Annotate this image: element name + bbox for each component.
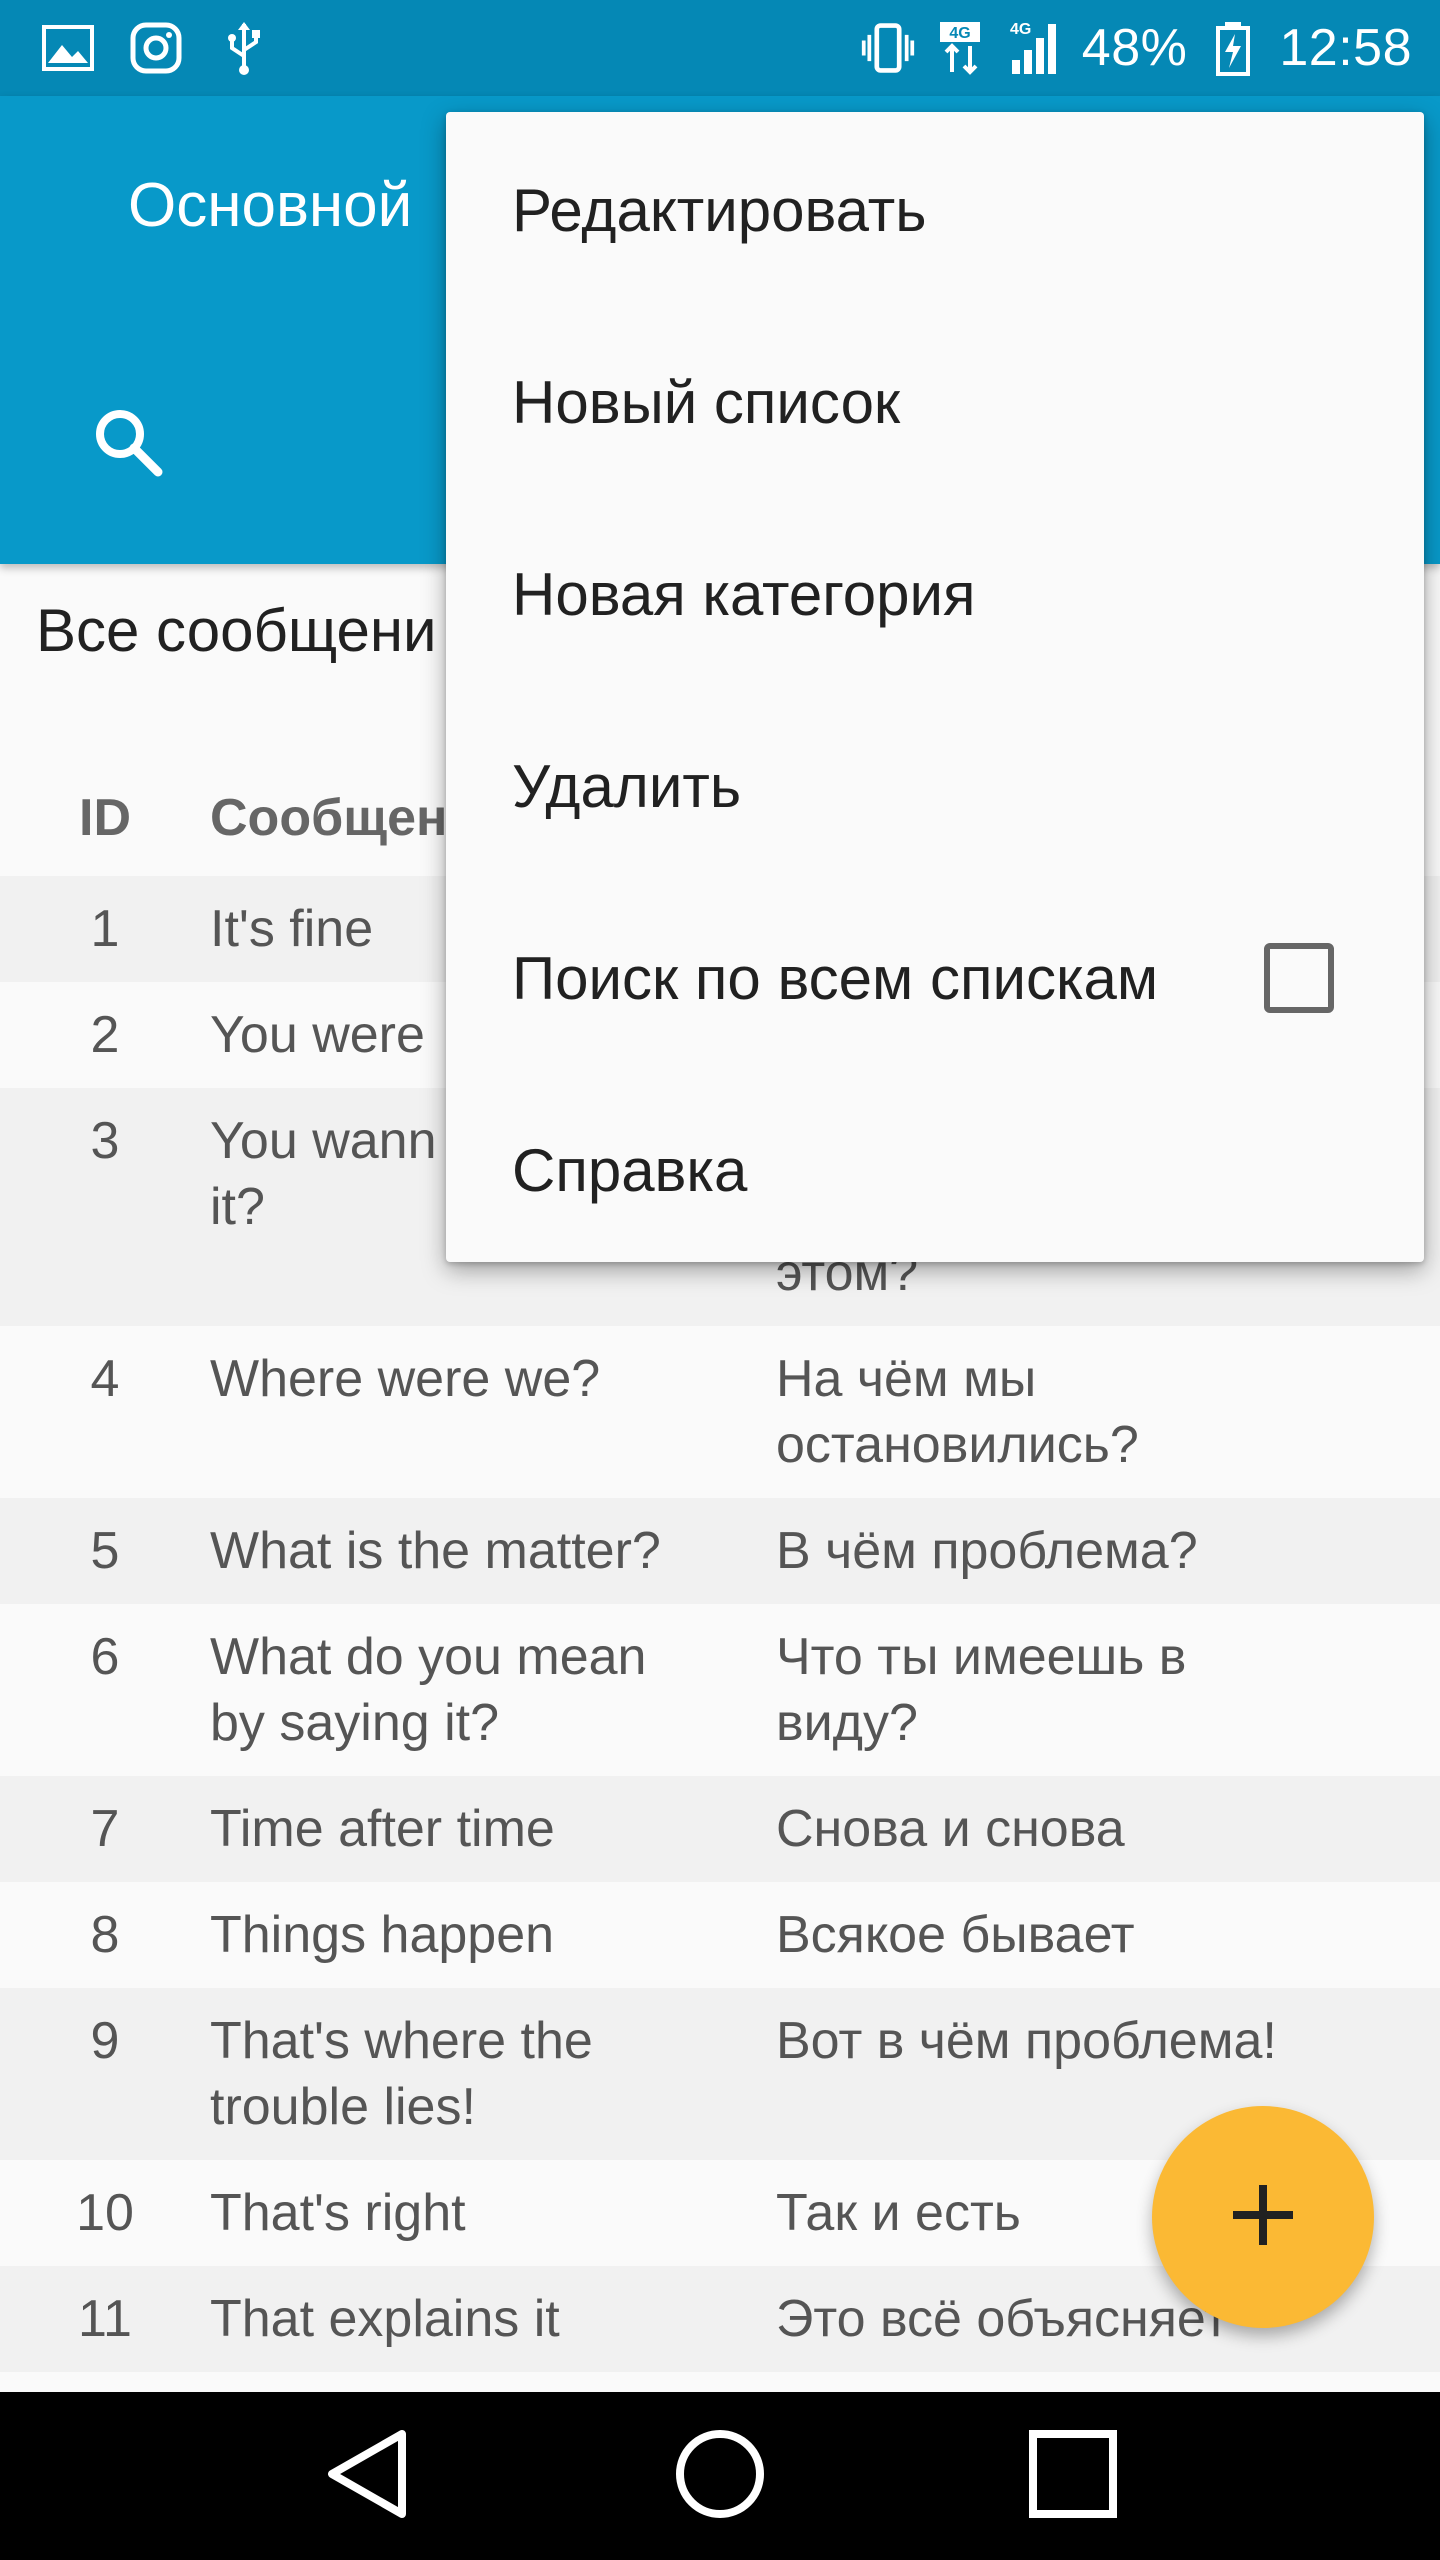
status-bar: 4G 4G 48% 12:58	[0, 0, 1440, 96]
row-translation: Всякое бывает	[776, 1906, 1135, 1964]
clock: 12:58	[1279, 19, 1412, 77]
menu-item-label: Новая категория	[512, 560, 976, 628]
home-button[interactable]	[660, 2416, 780, 2536]
row-id: 3	[90, 1112, 120, 1170]
menu-item-new-category[interactable]: Новая категория	[446, 498, 1424, 690]
row-id: 10	[76, 2184, 134, 2242]
overflow-menu: Редактировать Новый список Новая категор…	[446, 112, 1424, 1262]
row-id: 7	[90, 1800, 120, 1858]
search-button[interactable]	[80, 396, 176, 492]
search-icon	[88, 402, 168, 487]
plus-icon	[1227, 2179, 1299, 2256]
back-button[interactable]	[307, 2416, 427, 2536]
battery-charging-icon	[1205, 20, 1261, 76]
row-id: 4	[90, 1350, 120, 1408]
recents-button[interactable]	[1013, 2416, 1133, 2536]
svg-text:4G: 4G	[1010, 21, 1031, 38]
row-id: 6	[90, 1628, 120, 1686]
gallery-icon	[40, 20, 96, 76]
navigation-bar	[0, 2392, 1440, 2560]
instagram-icon	[128, 20, 184, 76]
home-icon	[672, 2426, 768, 2527]
row-id: 5	[90, 1522, 120, 1580]
status-bar-right: 4G 4G 48% 12:58	[860, 18, 1412, 78]
battery-percent: 48%	[1081, 19, 1188, 77]
row-translation: Снова и снова	[776, 1800, 1125, 1858]
row-message: That's right	[210, 2184, 466, 2242]
header-id: ID	[79, 789, 131, 847]
signal-icon: 4G	[1008, 20, 1064, 76]
data-transfer-icon: 4G	[934, 20, 990, 76]
row-message: What is the matter?	[210, 1522, 661, 1580]
row-translation: Вот в чём проблема!	[776, 2012, 1277, 2070]
row-translation: В чём проблема?	[776, 1522, 1198, 1580]
menu-item-edit[interactable]: Редактировать	[446, 114, 1424, 306]
add-button[interactable]	[1152, 2106, 1374, 2328]
menu-item-new-list[interactable]: Новый список	[446, 306, 1424, 498]
menu-item-label: Редактировать	[512, 176, 927, 244]
row-translation: Что ты имеешь в виду?	[776, 1628, 1187, 1752]
menu-item-search-all-lists[interactable]: Поиск по всем спискам	[446, 882, 1424, 1074]
menu-item-label: Новый список	[512, 368, 901, 436]
row-id: 11	[78, 2290, 132, 2348]
menu-item-delete[interactable]: Удалить	[446, 690, 1424, 882]
row-id: 2	[90, 1006, 120, 1064]
status-bar-left	[40, 20, 272, 76]
table-row[interactable]: 5 What is the matter? В чём проблема?	[0, 1498, 1440, 1604]
menu-item-label: Удалить	[512, 752, 742, 820]
table-row[interactable]: 7 Time after time Снова и снова	[0, 1776, 1440, 1882]
network-label: 4G	[949, 25, 970, 42]
row-id: 8	[90, 1906, 120, 1964]
row-message: Where were we?	[210, 1350, 601, 1408]
row-message: That explains it	[210, 2290, 560, 2348]
row-message: Time after time	[210, 1800, 555, 1858]
row-translation: На чём мы остановились?	[776, 1350, 1139, 1474]
row-message: What do you mean by saying it?	[210, 1628, 647, 1752]
back-icon	[322, 2426, 412, 2527]
menu-item-label: Справка	[512, 1136, 748, 1204]
table-row[interactable]: 4 Where were we? На чём мы остановились?	[0, 1326, 1440, 1498]
row-id: 1	[90, 900, 120, 958]
table-row[interactable]: 8 Things happen Всякое бывает	[0, 1882, 1440, 1988]
table-row[interactable]: 6 What do you mean by saying it? Что ты им…	[0, 1604, 1440, 1776]
menu-item-label: Поиск по всем спискам	[512, 944, 1159, 1012]
vibrate-icon	[860, 20, 916, 76]
row-id: 9	[90, 2012, 120, 2070]
app-title[interactable]: Основной	[128, 170, 412, 241]
section-heading: Все сообщени	[36, 597, 437, 664]
row-message: Things happen	[210, 1906, 555, 1964]
usb-icon	[216, 20, 272, 76]
row-message: That's where the trouble lies!	[210, 2012, 593, 2136]
search-all-lists-checkbox[interactable]	[1264, 943, 1334, 1013]
menu-item-help[interactable]: Справка	[446, 1074, 1424, 1266]
recents-icon	[1028, 2429, 1118, 2524]
